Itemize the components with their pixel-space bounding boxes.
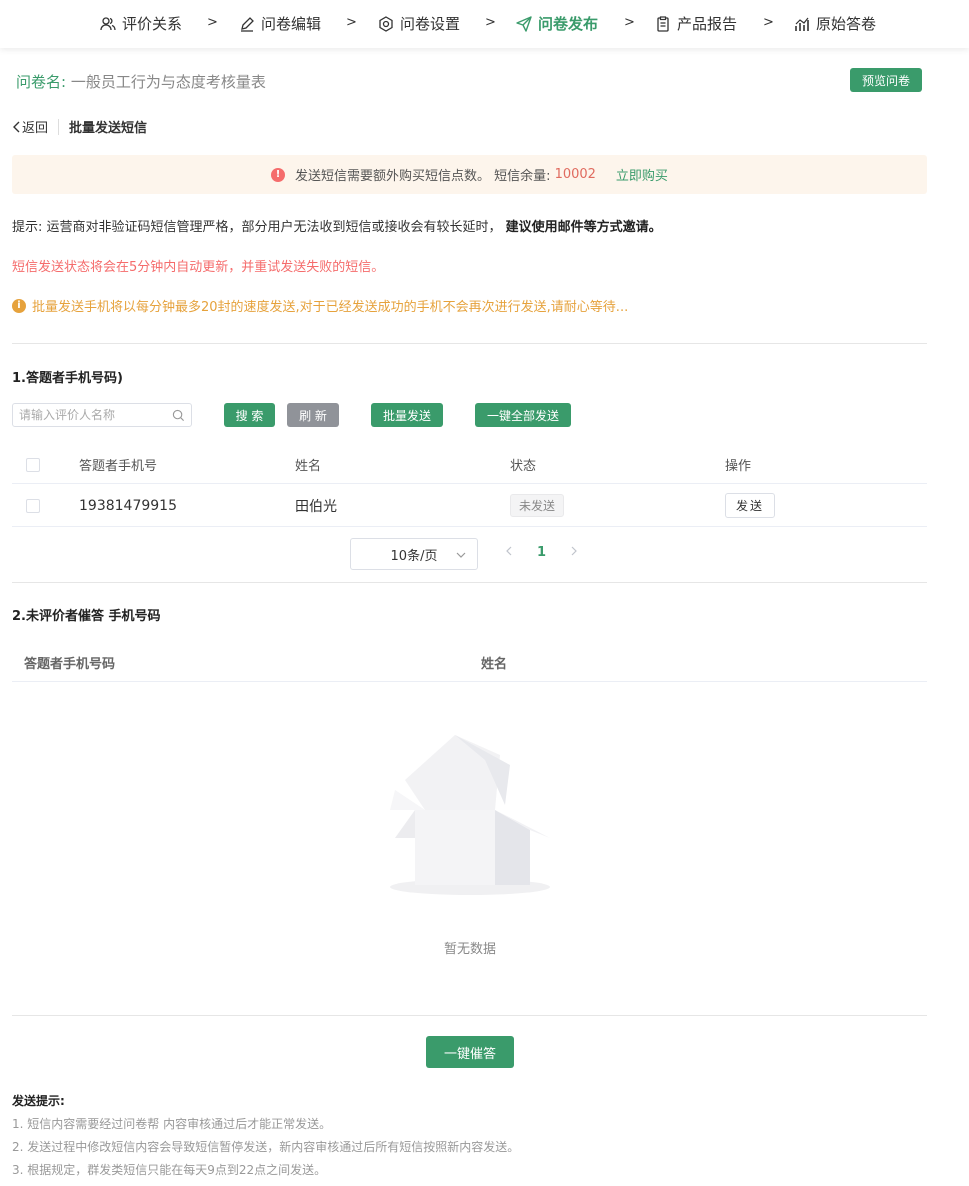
page-size-value: 10条/页 — [390, 548, 438, 564]
column-header: 姓名 — [481, 656, 508, 672]
breadcrumb-current: 批量发送短信 — [69, 121, 148, 136]
table-header: 答题者手机号 姓名 状态 操作 — [12, 446, 927, 484]
survey-title: 问卷名: 一般员工行为与态度考核量表 — [16, 71, 266, 92]
step-separator: > — [763, 15, 774, 30]
carrier-tip-text: 提示: 运营商对非验证码短信管理严格，部分用户无法收到短信或接收会有较长延时， — [12, 220, 502, 235]
step-evaluation-relation[interactable]: 评价关系 — [100, 13, 182, 34]
search-icon — [172, 409, 185, 421]
survey-name-label: 问卷名: — [16, 73, 67, 91]
table-header: 答题者手机号码 姓名 — [12, 643, 927, 682]
step-product-report[interactable]: 产品报告 — [655, 13, 737, 34]
back-link[interactable]: 返回 — [12, 117, 48, 136]
empty-text: 暂无数据 — [443, 942, 496, 957]
select-all-cell — [26, 446, 40, 483]
remind-all-button[interactable]: 一键催答 — [426, 1036, 514, 1068]
column-header: 操作 — [725, 459, 752, 474]
empty-box-illustration — [390, 735, 550, 895]
divider — [12, 582, 927, 583]
send-tips: 发送提示: 1. 短信内容需要经过问卷帮 内容审核通过后才能正常发送。 2. 发… — [12, 1092, 519, 1184]
refresh-button[interactable]: 刷 新 — [287, 403, 339, 427]
send-all-button[interactable]: 一键全部发送 — [475, 403, 571, 427]
send-icon — [516, 15, 532, 32]
step-label: 原始答卷 — [816, 15, 877, 33]
step-nav: 评价关系 > 问卷编辑 > 问卷设置 > 问卷发布 > 产品报告 > 原始答卷 — [0, 0, 969, 48]
batch-speed-tip: i 批量发送手机将以每分钟最多20封的速度发送,对于已经发送成功的手机不会再次进… — [12, 296, 628, 315]
step-label: 问卷设置 — [400, 15, 461, 33]
section1-title: 1.答题者手机号码) — [12, 371, 123, 386]
users-icon — [100, 16, 116, 30]
preview-survey-button[interactable]: 预览问卷 — [850, 68, 922, 92]
step-separator: > — [624, 15, 635, 30]
column-header: 状态 — [510, 459, 537, 474]
row-phone: 19381479915 — [79, 497, 177, 514]
send-tip-line: 2. 发送过程中修改短信内容会导致短信暂停发送，新内容审核通过后所有短信按照新内… — [12, 1140, 520, 1154]
chevron-right-icon — [571, 546, 577, 556]
notice-text: 发送短信需要额外购买短信点数。 短信余量: — [295, 169, 551, 184]
row-action-cell: 发送 — [725, 485, 776, 526]
send-button[interactable]: 发送 — [725, 493, 776, 518]
buy-now-link[interactable]: 立即购买 — [616, 165, 668, 184]
table-row: 19381479915 田伯光 未发送 发送 — [12, 485, 927, 527]
warning-icon: ! — [271, 167, 286, 182]
batch-speed-text: 批量发送手机将以每分钟最多20封的速度发送,对于已经发送成功的手机不会再次进行发… — [32, 300, 629, 315]
column-header: 答题者手机号码 — [24, 656, 116, 672]
settings-icon — [379, 15, 393, 32]
carrier-tip: 提示: 运营商对非验证码短信管理严格，部分用户无法收到短信或接收会有较长延时， … — [12, 216, 662, 235]
prev-page-button[interactable] — [505, 545, 513, 561]
survey-name: 一般员工行为与态度考核量表 — [70, 73, 266, 91]
step-label: 产品报告 — [677, 15, 738, 33]
send-tips-title: 发送提示: — [12, 1094, 65, 1108]
status-update-tip: 短信发送状态将会在5分钟内自动更新，并重试发送失败的短信。 — [12, 260, 385, 275]
row-status-cell: 未发送 — [510, 485, 565, 526]
page-size-select[interactable]: 10条/页 — [350, 538, 478, 570]
current-page[interactable]: 1 — [537, 545, 546, 560]
search-input[interactable] — [19, 408, 172, 422]
chevron-left-icon — [13, 121, 20, 132]
carrier-tip-strong: 建议使用邮件等方式邀请。 — [505, 220, 662, 235]
chevron-down-icon — [456, 552, 466, 558]
edit-icon — [241, 16, 254, 32]
breadcrumb-divider — [58, 118, 60, 135]
column-header: 姓名 — [295, 459, 322, 474]
row-select-cell — [26, 485, 40, 526]
chart-icon — [795, 17, 809, 31]
select-all-checkbox[interactable] — [26, 457, 40, 472]
row-checkbox[interactable] — [26, 498, 40, 513]
back-label: 返回 — [22, 121, 49, 136]
step-separator: > — [207, 15, 218, 30]
search-box — [12, 403, 192, 427]
search-button[interactable]: 搜 索 — [224, 403, 275, 427]
step-label: 评价关系 — [122, 15, 183, 33]
section2-title: 2.未评价者催答 手机号码 — [12, 609, 161, 624]
next-page-button[interactable] — [570, 545, 578, 561]
step-raw-answers[interactable]: 原始答卷 — [794, 13, 876, 34]
column-header: 答题者手机号 — [79, 459, 158, 474]
divider — [12, 343, 927, 344]
breadcrumb: 返回 批量发送短信 — [12, 117, 147, 136]
step-label: 问卷编辑 — [261, 15, 322, 33]
divider — [12, 1015, 927, 1016]
info-icon: i — [12, 298, 26, 313]
step-separator: > — [346, 15, 357, 30]
send-tip-line: 1. 短信内容需要经过问卷帮 内容审核通过后才能正常发送。 — [12, 1117, 332, 1131]
step-separator: > — [485, 15, 496, 30]
step-label: 问卷发布 — [538, 15, 599, 33]
sms-balance: 10002 — [554, 167, 596, 182]
send-tip-line: 3. 根据规定，群发类短信只能在每天9点到22点之间发送。 — [12, 1163, 327, 1177]
batch-send-button[interactable]: 批量发送 — [371, 403, 443, 427]
clipboard-icon — [657, 15, 669, 32]
sms-balance-notice: ! 发送短信需要额外购买短信点数。 短信余量: 10002 立即购买 — [12, 155, 927, 194]
status-badge: 未发送 — [510, 494, 565, 517]
row-name: 田伯光 — [295, 498, 337, 515]
chevron-left-icon — [506, 546, 512, 556]
step-survey-publish[interactable]: 问卷发布 — [516, 13, 598, 34]
step-survey-settings[interactable]: 问卷设置 — [378, 13, 460, 34]
step-survey-edit[interactable]: 问卷编辑 — [239, 13, 321, 34]
